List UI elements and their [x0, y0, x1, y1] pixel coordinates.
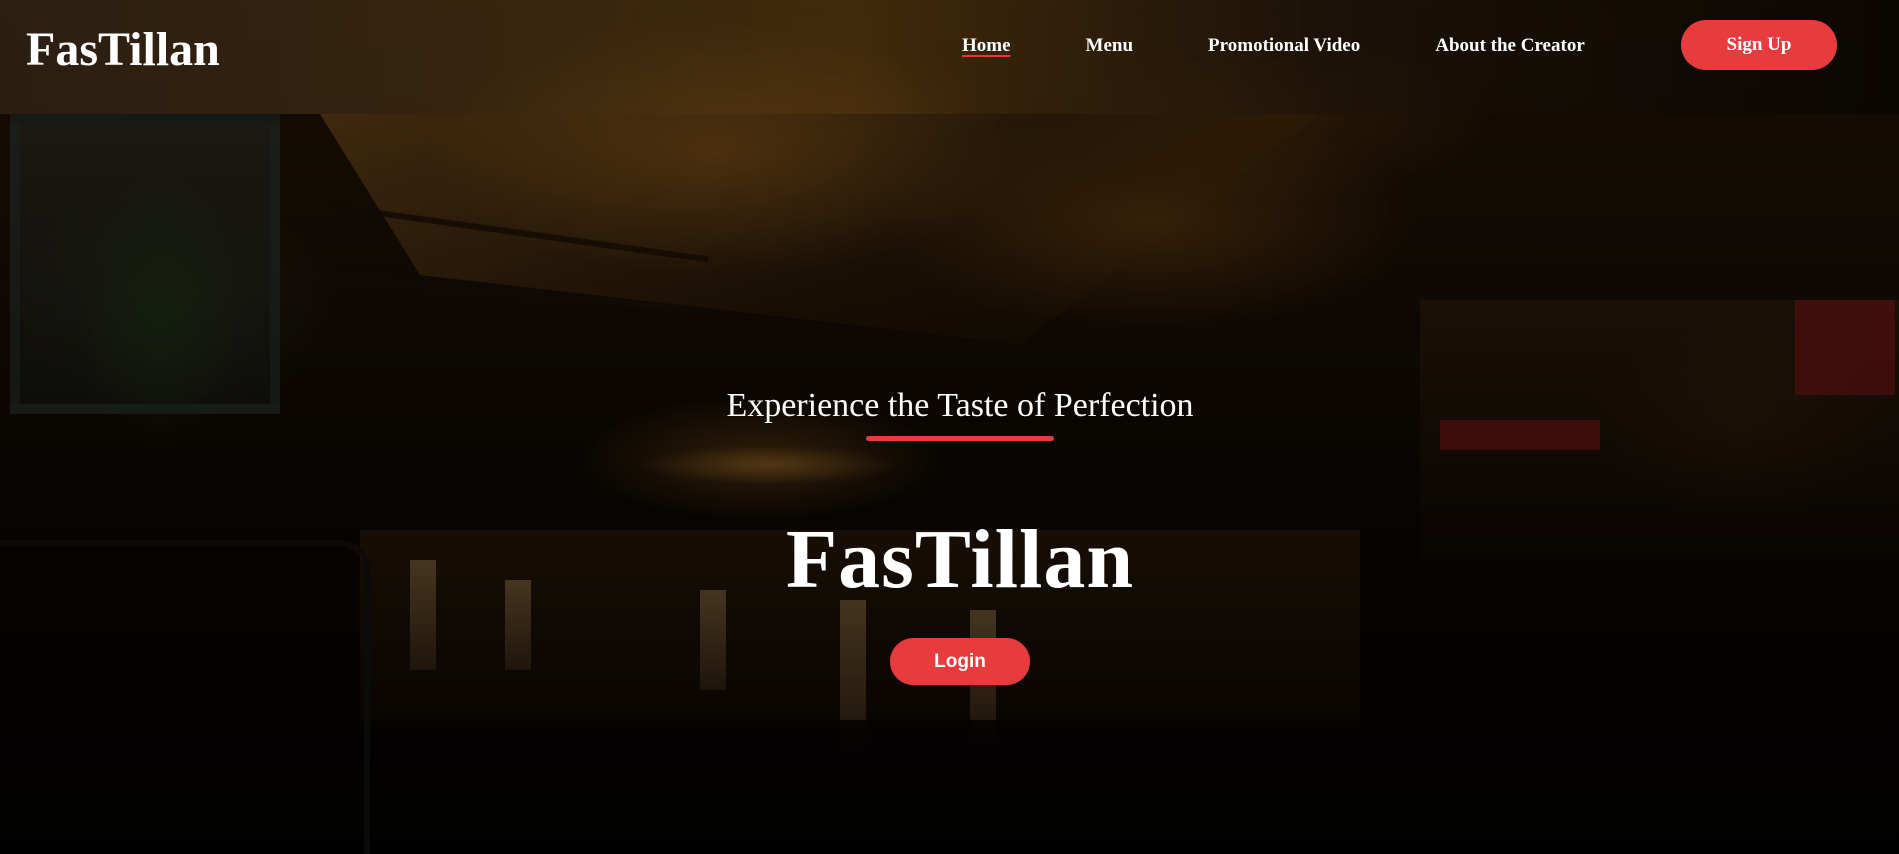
tagline-underline-divider	[866, 436, 1054, 441]
nav-link-home[interactable]: Home	[962, 34, 1011, 58]
sign-up-button[interactable]: Sign Up	[1681, 20, 1837, 70]
hero-title: FasTillan	[785, 513, 1135, 606]
nav-link-promotional-video[interactable]: Promotional Video	[1208, 34, 1360, 58]
nav-links: Home Menu Promotional Video About the Cr…	[962, 34, 1585, 58]
page: FasTillan Home Menu Promotional Video Ab…	[0, 0, 1899, 854]
navbar: FasTillan Home Menu Promotional Video Ab…	[0, 0, 1899, 114]
nav-link-menu[interactable]: Menu	[1086, 34, 1134, 58]
nav-link-about-creator[interactable]: About the Creator	[1435, 34, 1585, 58]
login-button[interactable]: Login	[890, 638, 1030, 685]
site-logo[interactable]: FasTillan	[26, 22, 220, 78]
hero-tagline: Experience the Taste of Perfection	[726, 387, 1194, 424]
